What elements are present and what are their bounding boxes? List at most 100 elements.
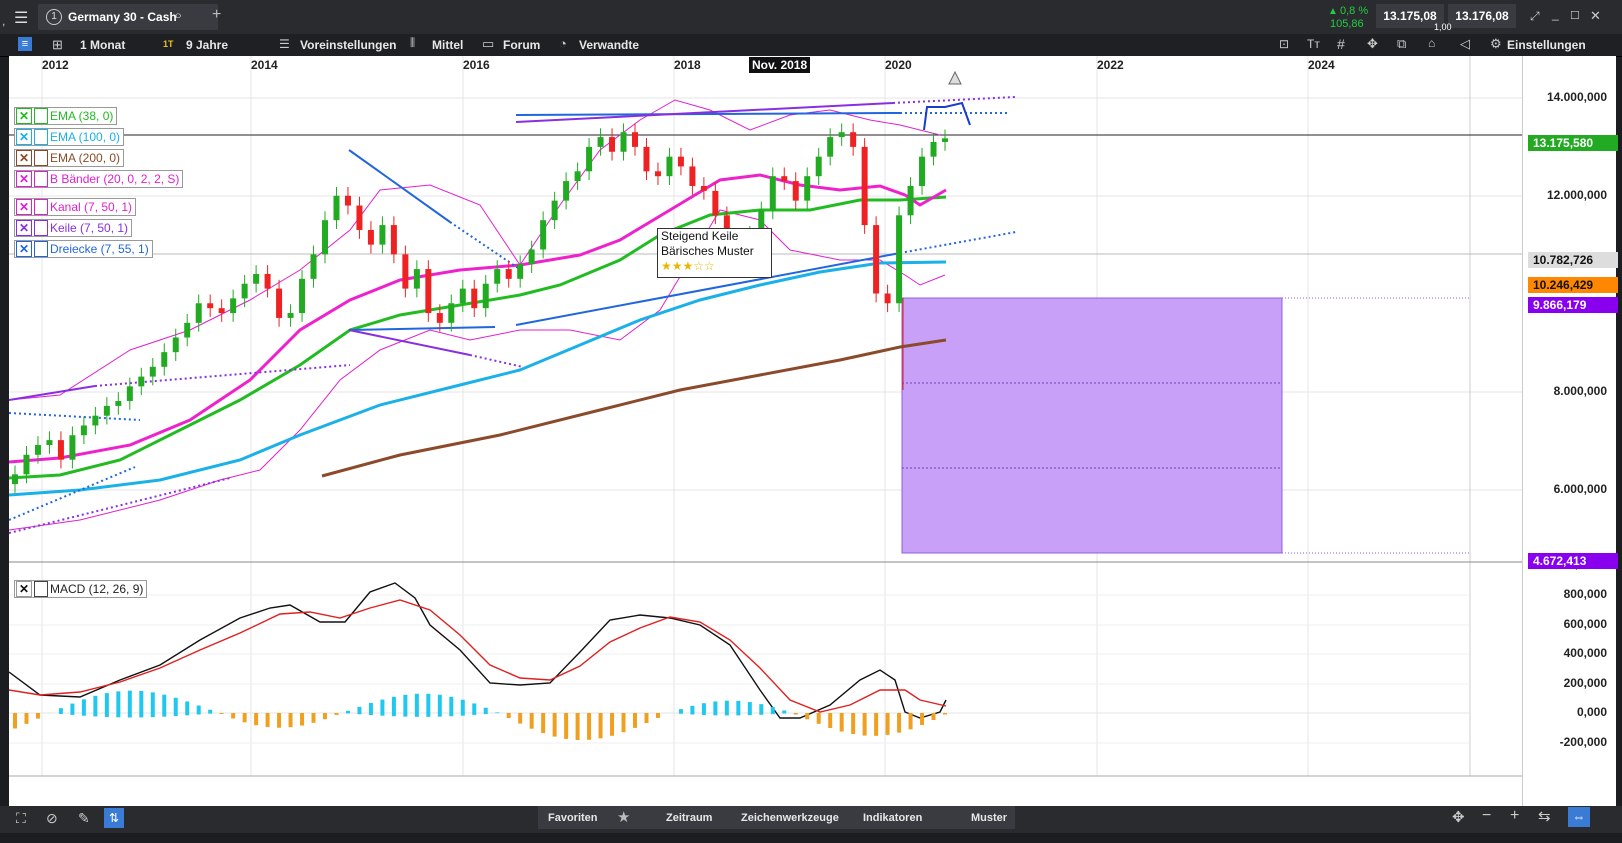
remove-indicator-icon[interactable]: ✕ bbox=[16, 108, 32, 124]
y-axis[interactable] bbox=[1522, 56, 1616, 806]
indicator-legend-item[interactable]: ✕ EMA (100, 0) bbox=[14, 128, 125, 146]
macd-legend[interactable]: ✕ MACD (12, 26, 9) bbox=[14, 580, 148, 598]
minimize-icon[interactable]: _ bbox=[1552, 7, 1559, 21]
collapse-indicator-icon[interactable] bbox=[34, 108, 48, 124]
add-tab-icon[interactable]: + bbox=[212, 6, 221, 24]
related-button[interactable]: Verwandte bbox=[579, 37, 639, 53]
price-tag-level4[interactable]: 4.672,413 bbox=[1528, 553, 1618, 569]
macd-histogram-bar bbox=[104, 693, 109, 717]
collapse-indicator-icon[interactable] bbox=[34, 220, 48, 236]
macd-histogram-bar bbox=[587, 713, 592, 740]
patterns-tab[interactable]: Muster bbox=[971, 812, 1007, 824]
pattern-type: Bärisches Muster bbox=[661, 244, 754, 258]
macd-histogram-bar bbox=[472, 703, 477, 715]
pencil-icon[interactable]: ✎ bbox=[78, 810, 90, 827]
zoom-out-icon[interactable]: − bbox=[1482, 807, 1491, 825]
macd-histogram-bar bbox=[70, 703, 75, 715]
indicator-label: EMA (200, 0) bbox=[50, 151, 121, 165]
candle-body bbox=[769, 176, 776, 211]
indicator-legend-item[interactable]: ✕ Keile (7, 50, 1) bbox=[14, 219, 133, 237]
collapse-indicator-icon[interactable] bbox=[34, 150, 48, 166]
move-icon[interactable]: ✥ bbox=[1367, 36, 1378, 52]
buy-price[interactable]: 13.176,08 bbox=[1448, 4, 1516, 28]
remove-indicator-icon[interactable]: ✕ bbox=[16, 241, 32, 257]
related-icon[interactable]: ◔ bbox=[559, 36, 567, 51]
ruler-icon[interactable]: ⊡ bbox=[1279, 37, 1289, 51]
remove-indicator-icon[interactable]: ✕ bbox=[16, 199, 32, 215]
macd-axis-label: 200,000 bbox=[1563, 676, 1607, 690]
presets-icon[interactable]: ☰ bbox=[279, 37, 290, 51]
indicator-legend-item[interactable]: ✕ B Bänder (20, 0, 2, 2, S) bbox=[14, 170, 184, 188]
search-icon[interactable]: ⌕ bbox=[174, 7, 182, 24]
gear-icon[interactable]: ⚙ bbox=[1490, 36, 1502, 52]
zoom-in-icon[interactable]: + bbox=[1510, 807, 1519, 825]
drawing-tools-tab[interactable]: Zeichenwerkzeuge bbox=[741, 812, 839, 824]
macd-histogram-bar bbox=[414, 693, 419, 717]
remove-indicator-icon[interactable]: ✕ bbox=[16, 150, 32, 166]
size-button[interactable]: Mittel bbox=[432, 37, 463, 53]
range-button[interactable]: 9 Jahre bbox=[186, 37, 228, 53]
copy-icon[interactable]: ⧉ bbox=[1397, 36, 1406, 52]
scale-icon[interactable]: ⇔ bbox=[1568, 807, 1590, 827]
candle-body bbox=[563, 181, 570, 201]
indicator-legend-item[interactable]: ✕ Kanal (7, 50, 1) bbox=[14, 198, 137, 216]
macd-histogram-bar bbox=[437, 694, 442, 717]
fullscreen-icon[interactable]: ⛶ bbox=[16, 810, 26, 827]
price-tag-level1[interactable]: 10.782,726 bbox=[1528, 252, 1618, 268]
forum-icon[interactable]: ▭ bbox=[482, 36, 494, 52]
candle-body bbox=[436, 313, 443, 323]
collapse-indicator-icon[interactable] bbox=[34, 129, 48, 145]
chart-panel[interactable] bbox=[9, 56, 1522, 806]
price-tag-level3[interactable]: 9.866,179 bbox=[1528, 297, 1618, 313]
instrument-tab[interactable]: 1 Germany 30 - Cash ⌕ bbox=[38, 4, 218, 30]
indicators-tab[interactable]: Indikatoren bbox=[863, 812, 922, 824]
menu-icon[interactable]: ☰ bbox=[14, 8, 28, 28]
macd-collapse-icon[interactable] bbox=[34, 581, 48, 597]
disable-icon[interactable]: ⊘ bbox=[46, 810, 58, 827]
eraser-icon[interactable]: ◁ bbox=[1460, 36, 1470, 52]
marker-icon bbox=[948, 70, 962, 85]
settings-button[interactable]: Einstellungen bbox=[1507, 37, 1586, 53]
macd-histogram-bar bbox=[139, 690, 144, 718]
remove-indicator-icon[interactable]: ✕ bbox=[16, 129, 32, 145]
timeframe-tab[interactable]: Zeitraum bbox=[666, 812, 712, 824]
maximize-icon[interactable]: ☐ bbox=[1570, 9, 1580, 22]
interval-button[interactable]: 1 Monat bbox=[80, 37, 125, 53]
candle-body bbox=[781, 176, 788, 182]
close-icon[interactable]: ✕ bbox=[1590, 8, 1601, 24]
macd-remove-icon[interactable]: ✕ bbox=[16, 581, 32, 597]
presets-button[interactable]: Voreinstellungen bbox=[300, 37, 396, 53]
text-tool-icon[interactable]: Tт bbox=[1307, 37, 1320, 51]
fit-icon[interactable]: ✥ bbox=[1452, 808, 1465, 826]
candle-body bbox=[586, 146, 593, 172]
indicator-legend-item[interactable]: ✕ EMA (200, 0) bbox=[14, 149, 125, 167]
crosshair-icon[interactable]: # bbox=[1337, 36, 1345, 52]
forum-button[interactable]: Forum bbox=[503, 37, 540, 53]
y-axis-label: 12.000,000 bbox=[1546, 188, 1607, 202]
collapse-indicator-icon[interactable] bbox=[34, 171, 48, 187]
candle-body bbox=[632, 132, 638, 147]
macd-histogram-bar bbox=[851, 713, 856, 735]
pattern-label[interactable]: Steigend Keile Bärisches Muster ★★★☆☆ bbox=[657, 228, 772, 278]
collapse-indicator-icon[interactable] bbox=[34, 241, 48, 257]
candle-body bbox=[413, 269, 420, 289]
expand-icon[interactable]: ⤢ bbox=[1530, 9, 1540, 24]
collapse-indicator-icon[interactable] bbox=[34, 199, 48, 215]
indicator-legend-item[interactable]: ✕ Dreiecke (7, 55, 1) bbox=[14, 240, 153, 258]
indicator-legend-item[interactable]: ✕ EMA (38, 0) bbox=[14, 107, 118, 125]
pan-icon[interactable]: ⇆ bbox=[1538, 807, 1551, 825]
remove-indicator-icon[interactable]: ✕ bbox=[16, 171, 32, 187]
macd-histogram-bar bbox=[24, 713, 29, 724]
layout-grid-icon[interactable]: ⊞ bbox=[52, 37, 63, 53]
price-tag-last[interactable]: 13.175,580 bbox=[1528, 135, 1618, 151]
sort-icon[interactable]: ⇅ bbox=[104, 808, 124, 828]
price-tag-level2[interactable]: 10.246,429 bbox=[1528, 277, 1618, 293]
macd-histogram-bar bbox=[828, 713, 833, 729]
list-view-icon[interactable]: ≡ bbox=[18, 37, 32, 51]
favorites-tab[interactable]: Favoriten bbox=[548, 812, 598, 824]
magnet-icon[interactable]: ⌂ bbox=[1428, 36, 1435, 50]
star-icon[interactable]: ★ bbox=[617, 808, 630, 826]
price-chart-svg[interactable] bbox=[9, 56, 1522, 806]
size-icon[interactable]: ⫼ bbox=[410, 37, 415, 50]
remove-indicator-icon[interactable]: ✕ bbox=[16, 220, 32, 236]
